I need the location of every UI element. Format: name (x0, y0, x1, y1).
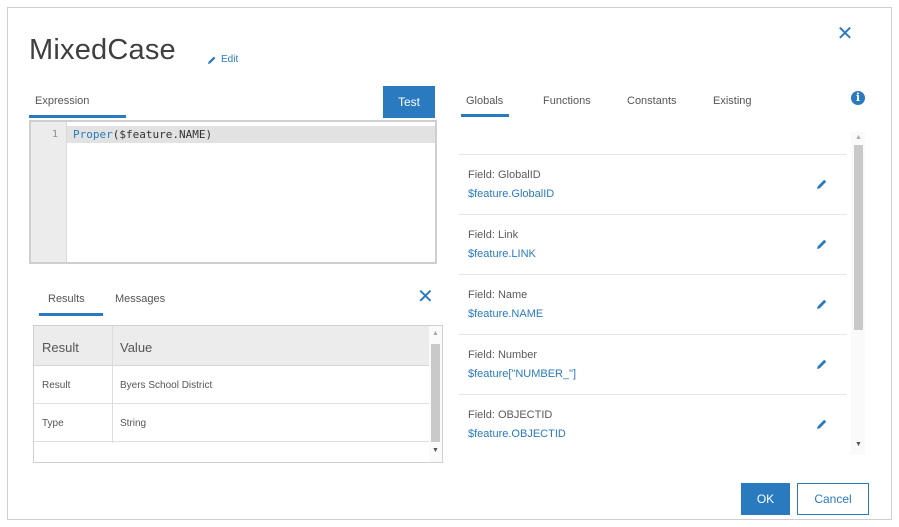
pencil-icon[interactable] (816, 178, 828, 190)
tab-expression[interactable]: Expression (29, 87, 126, 118)
edit-label: Edit (221, 54, 239, 65)
scroll-thumb[interactable] (854, 145, 863, 330)
tab-functions[interactable]: Functions (543, 92, 591, 114)
table-row: Result Byers School District (34, 366, 429, 404)
pencil-icon (208, 56, 216, 64)
pencil-icon[interactable] (816, 238, 828, 250)
globals-list: Field: GlobalID $feature.GlobalID Field:… (459, 150, 847, 462)
field-variable[interactable]: $feature.GlobalID (468, 188, 554, 200)
pencil-icon[interactable] (816, 418, 828, 430)
row-value: Byers School District (120, 380, 213, 391)
expression-editor[interactable]: 1 Proper($feature.NAME) (29, 120, 437, 264)
field-label: Field: Name (468, 289, 528, 301)
close-icon[interactable]: ✕ (836, 24, 854, 44)
line-gutter: 1 (31, 122, 67, 262)
row-key: Type (42, 418, 64, 429)
field-label: Field: Link (468, 229, 519, 241)
scroll-down-icon[interactable]: ▼ (855, 441, 862, 448)
tab-existing[interactable]: Existing (713, 92, 752, 114)
column-header-value: Value (120, 340, 153, 355)
results-scrollbar[interactable]: ▲ ▼ (429, 326, 442, 462)
tab-messages[interactable]: Messages (115, 290, 165, 316)
row-value: String (120, 418, 147, 429)
field-variable[interactable]: $feature["NUMBER_"] (468, 368, 576, 380)
list-item[interactable]: Field: Number $feature["NUMBER_"] (459, 334, 847, 392)
info-icon[interactable]: i (851, 91, 865, 105)
clear-results-icon[interactable]: ✕ (417, 284, 434, 309)
cancel-button[interactable]: Cancel (797, 483, 869, 515)
field-variable[interactable]: $feature.NAME (468, 308, 543, 320)
code-line[interactable]: Proper($feature.NAME) (73, 128, 212, 141)
list-item[interactable]: Field: OBJECTID $feature.OBJECTID (459, 394, 847, 452)
column-header-result: Result (42, 340, 79, 355)
edit-title-link[interactable]: Edit (207, 54, 238, 65)
dialog-title: MixedCase (29, 34, 176, 66)
tab-constants[interactable]: Constants (627, 92, 677, 114)
list-item[interactable]: Field: GlobalID $feature.GlobalID (459, 154, 847, 212)
code-function: Proper (73, 128, 113, 141)
list-item[interactable]: Field: Link $feature.LINK (459, 214, 847, 272)
field-label: Field: Number (468, 349, 538, 361)
ok-button[interactable]: OK (741, 483, 790, 515)
test-button[interactable]: Test (383, 86, 435, 118)
field-label: Field: GlobalID (468, 169, 541, 181)
scroll-down-icon[interactable]: ▼ (432, 447, 439, 454)
tab-globals[interactable]: Globals (461, 92, 509, 117)
pencil-icon[interactable] (816, 358, 828, 370)
field-variable[interactable]: $feature.LINK (468, 248, 536, 260)
results-table: Result Value Result Byers School Distric… (33, 325, 443, 463)
scroll-up-icon[interactable]: ▲ (855, 134, 862, 141)
field-label: Field: OBJECTID (468, 409, 553, 421)
table-row: Type String (34, 404, 429, 442)
tab-results[interactable]: Results (39, 290, 103, 316)
scroll-thumb[interactable] (431, 344, 440, 442)
list-item[interactable]: Field: Name $feature.NAME (459, 274, 847, 332)
row-key: Result (42, 380, 71, 391)
field-variable[interactable]: $feature.OBJECTID (468, 428, 566, 440)
scroll-up-icon[interactable]: ▲ (432, 330, 439, 337)
line-number: 1 (51, 129, 58, 140)
globals-scrollbar[interactable]: ▲ ▼ (851, 132, 865, 455)
table-header: Result Value (34, 326, 429, 366)
code-args: ($feature.NAME) (112, 128, 213, 141)
pencil-icon[interactable] (816, 298, 828, 310)
column-divider (112, 326, 113, 443)
